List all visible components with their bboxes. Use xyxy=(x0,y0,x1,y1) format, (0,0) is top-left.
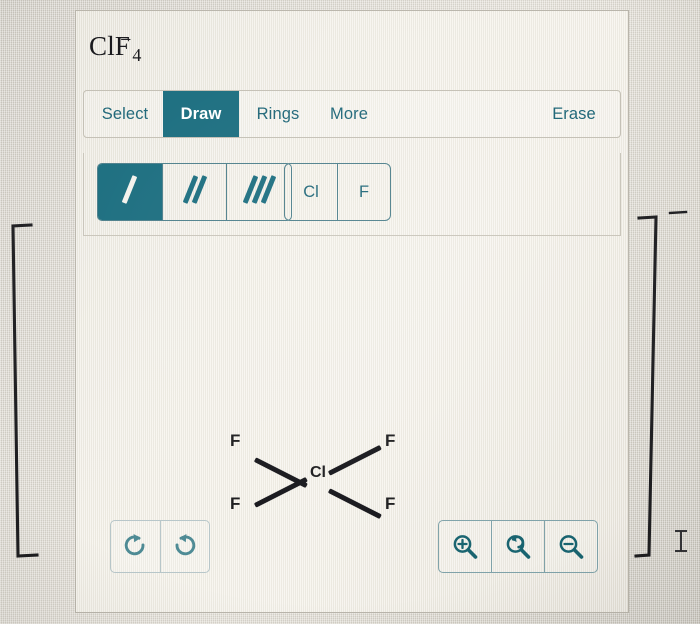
molecule-structure[interactable]: F F F F Cl xyxy=(228,431,413,526)
atom-f-bottom-left[interactable]: F xyxy=(230,494,240,514)
zoom-reset-icon xyxy=(506,534,531,559)
tool-palette-row: Cl F xyxy=(83,153,621,236)
element-button-f[interactable]: F xyxy=(338,164,390,220)
undo-icon xyxy=(175,533,195,555)
atom-f-top-left[interactable]: F xyxy=(230,431,240,451)
tab-select-label: Select xyxy=(101,104,149,123)
drawing-canvas[interactable]: F F F F Cl xyxy=(83,236,621,595)
zoom-in-icon xyxy=(453,534,478,559)
bond-cl-f-bottom-right[interactable] xyxy=(327,488,382,520)
triple-bond-icon xyxy=(242,175,276,209)
undo-button[interactable] xyxy=(161,521,210,572)
mode-toolbar: Select Draw Rings More Erase xyxy=(83,90,621,138)
bond-tool-group xyxy=(97,163,292,221)
formula-charge: − xyxy=(120,29,132,51)
double-bond-icon xyxy=(182,175,207,209)
ion-bracket-left xyxy=(11,223,39,558)
editor-frame: Select Draw Rings More Erase Cl F F F F … xyxy=(76,79,630,595)
element-tool-group: Cl F xyxy=(284,163,391,221)
molecule-editor-card: ClF−4 Select Draw Rings More Erase Cl F … xyxy=(75,10,629,613)
double-bond-button[interactable] xyxy=(163,164,228,220)
tab-more-label: More xyxy=(330,104,368,123)
single-bond-button[interactable] xyxy=(98,164,163,220)
history-control-group xyxy=(110,520,210,573)
zoom-out-button[interactable] xyxy=(545,521,597,572)
redo-button[interactable] xyxy=(111,521,161,572)
atom-f-top-right[interactable]: F xyxy=(385,431,395,451)
element-button-cl-label: Cl xyxy=(303,182,319,201)
atom-cl-center[interactable]: Cl xyxy=(310,464,326,482)
redo-icon xyxy=(125,533,145,555)
zoom-in-button[interactable] xyxy=(439,521,492,572)
tab-draw[interactable]: Draw xyxy=(163,91,239,137)
zoom-control-group xyxy=(438,520,598,573)
tab-rings-label: Rings xyxy=(256,104,300,123)
atom-f-bottom-right[interactable]: F xyxy=(385,494,395,514)
formula-subscript: 4 xyxy=(132,45,142,65)
text-cursor-icon xyxy=(675,530,687,552)
page-title: ClF−4 xyxy=(89,29,142,66)
element-button-cl[interactable]: Cl xyxy=(285,164,338,220)
tab-more[interactable]: More xyxy=(317,91,381,137)
erase-button-label: Erase xyxy=(552,104,596,123)
triple-bond-button[interactable] xyxy=(227,164,291,220)
ion-charge-minus-sign xyxy=(668,210,688,215)
erase-button[interactable]: Erase xyxy=(534,91,614,137)
zoom-out-icon xyxy=(559,534,584,559)
tab-rings[interactable]: Rings xyxy=(243,91,313,137)
tab-select[interactable]: Select xyxy=(87,91,163,137)
ion-bracket-right xyxy=(634,215,658,558)
bond-cl-f-bottom-left[interactable] xyxy=(253,476,308,508)
bond-cl-f-top-right[interactable] xyxy=(327,444,382,476)
tab-draw-label: Draw xyxy=(180,104,222,123)
single-bond-icon xyxy=(122,175,138,209)
zoom-reset-button[interactable] xyxy=(492,521,545,572)
element-button-f-label: F xyxy=(358,182,370,201)
